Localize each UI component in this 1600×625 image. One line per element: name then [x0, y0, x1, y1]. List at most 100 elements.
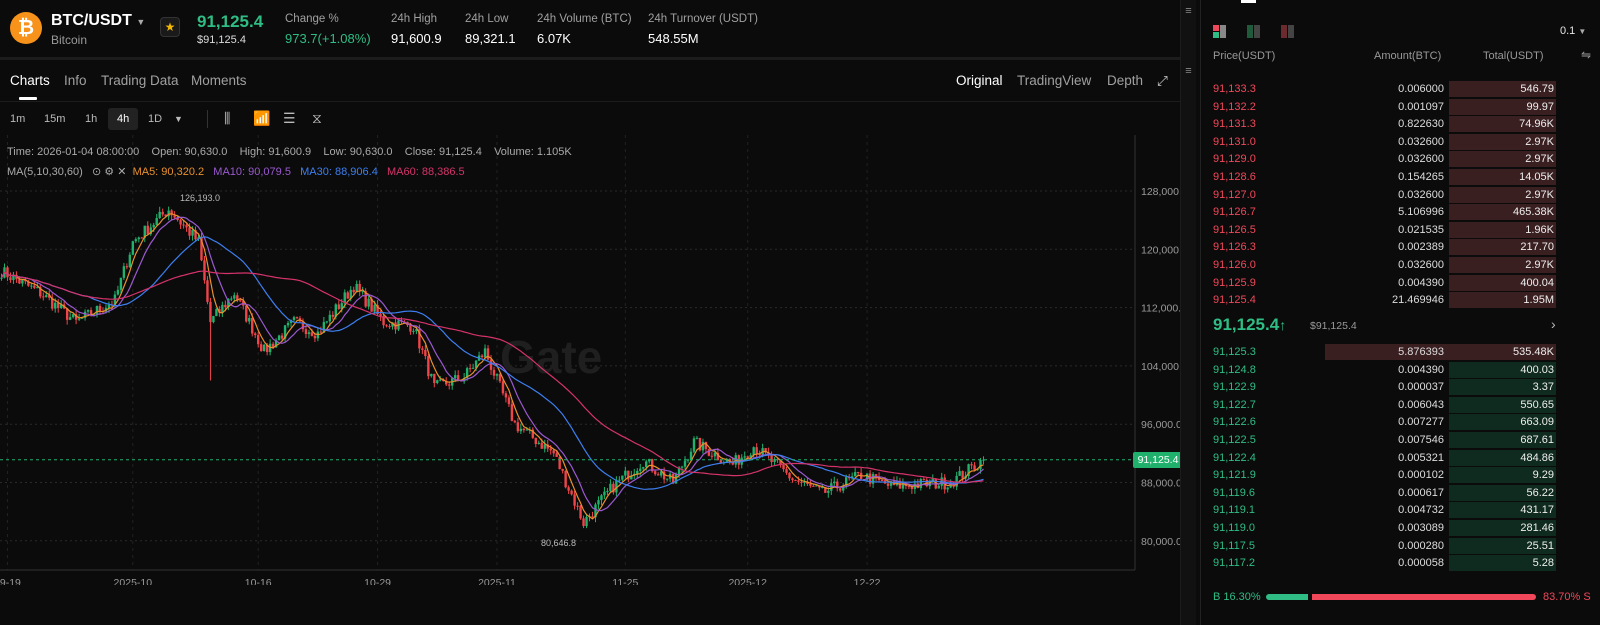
order-total: 550.65: [1520, 398, 1554, 411]
view-tradingview[interactable]: TradingView: [1017, 73, 1091, 88]
candle-body: [919, 479, 923, 489]
order-total: 5.28: [1532, 557, 1554, 570]
settings-icon[interactable]: ⧖: [312, 110, 322, 127]
view-depth[interactable]: Depth: [1107, 73, 1143, 88]
visibility-icon[interactable]: ⊙: [92, 166, 101, 178]
ask-row[interactable]: 91,126.5 0.021535 1.96K: [1211, 221, 1556, 238]
ask-row[interactable]: 91,129.0 0.032600 2.97K: [1211, 151, 1556, 168]
candle-body: [746, 456, 749, 458]
candle-body: [707, 449, 711, 456]
tab-charts[interactable]: Charts: [10, 73, 50, 88]
pair-selector[interactable]: BTC/USDT ▼: [51, 12, 145, 30]
candle-body: [42, 296, 45, 298]
tab-trading-data[interactable]: Trading Data: [101, 73, 179, 88]
candle-body: [280, 335, 284, 339]
bid-row[interactable]: 91,119.6 0.000617 56.22: [1211, 484, 1556, 501]
mid-price: 91,125.4↑: [1213, 315, 1286, 335]
order-book: 0.1 ▼ Price(USDT) Amount(BTC) Total(USDT…: [1200, 0, 1600, 625]
fullscreen-icon[interactable]: ⤢: [1157, 73, 1168, 89]
candle-body: [585, 516, 588, 527]
layout-asks-icon[interactable]: [1281, 25, 1295, 39]
order-total: 25.51: [1526, 539, 1554, 552]
interval-dropdown-icon[interactable]: ▼: [168, 108, 189, 130]
ohlc-low: Low: 90,630.0: [323, 146, 393, 158]
interval-1m[interactable]: 1m: [4, 108, 31, 130]
candle-body: [800, 481, 803, 483]
drawing-tools-icon[interactable]: ☰: [283, 110, 296, 127]
layout-both-icon[interactable]: [1213, 25, 1227, 39]
close-icon[interactable]: ✕: [117, 166, 126, 178]
bid-row[interactable]: 91,122.5 0.007546 687.61: [1211, 432, 1556, 448]
y-tick-label: 88,000.0: [1141, 478, 1180, 490]
view-original[interactable]: Original: [956, 73, 1003, 88]
buy-ratio-fill: [1266, 594, 1308, 600]
candle-body: [645, 461, 648, 468]
ask-row[interactable]: 91,131.3 0.822630 74.96K: [1211, 116, 1556, 133]
bid-row[interactable]: 91,121.9 0.000102 9.29: [1211, 467, 1556, 484]
interval-15m[interactable]: 15m: [38, 108, 71, 130]
candle-body: [495, 374, 499, 376]
candle-body: [54, 302, 57, 309]
bid-row[interactable]: 91,117.5 0.000280 25.51: [1211, 537, 1556, 554]
ask-row[interactable]: 91,126.0 0.032600 2.97K: [1211, 257, 1556, 273]
candle-body: [597, 500, 600, 505]
order-total: 400.04: [1520, 276, 1554, 289]
ma-settings-icon[interactable]: ⚙: [104, 166, 114, 178]
candle-body: [791, 478, 794, 481]
bid-row[interactable]: 91,122.9 0.000037 3.37: [1211, 379, 1556, 396]
bid-row[interactable]: 91,119.1 0.004732 431.17: [1211, 502, 1556, 519]
bid-row[interactable]: 91,124.8 0.004390 400.03: [1211, 361, 1556, 378]
y-tick-label: 128,000.0: [1141, 186, 1180, 198]
ask-row[interactable]: 91,125.9 0.004390 400.04: [1211, 274, 1556, 291]
favorite-star-icon[interactable]: ★: [160, 17, 180, 37]
order-price: 91,124.8: [1213, 363, 1256, 376]
candle-body: [519, 428, 523, 432]
bid-row[interactable]: 91,122.6 0.007277 663.09: [1211, 414, 1556, 431]
ohlc-close: Close: 91,125.4: [404, 146, 482, 158]
order-amount: 0.007546: [1398, 434, 1444, 446]
ask-row[interactable]: 91,133.3 0.006000 546.79: [1211, 81, 1556, 97]
candle-body: [573, 494, 576, 506]
ask-row[interactable]: 91,126.7 5.106996 465.38K: [1211, 204, 1556, 221]
ask-row[interactable]: 91,132.2 0.001097 99.97: [1211, 98, 1556, 115]
candle-body: [809, 483, 812, 486]
tab-info[interactable]: Info: [64, 73, 87, 88]
drag-handle-icon[interactable]: ≡: [1181, 65, 1196, 77]
ask-row[interactable]: 91,128.6 0.154265 14.05K: [1211, 169, 1556, 185]
chevron-right-icon[interactable]: ›: [1551, 316, 1556, 332]
tab-moments[interactable]: Moments: [191, 73, 247, 88]
stat-value: 6.07K: [537, 31, 571, 46]
candle-type-icon[interactable]: ⫼: [224, 110, 230, 127]
ask-row[interactable]: 91,131.0 0.032600 2.97K: [1211, 133, 1556, 150]
bid-row[interactable]: 91,119.0 0.003089 281.46: [1211, 520, 1556, 536]
ma10-value: MA10: 90,079.5: [213, 166, 291, 178]
interval-1d[interactable]: 1D: [142, 108, 168, 130]
order-total: 14.05K: [1519, 171, 1554, 183]
interval-1h[interactable]: 1h: [79, 108, 103, 130]
ask-row[interactable]: 91,125.4 21.469946 1.95M: [1211, 292, 1556, 309]
candlestick-chart[interactable]: 128,000.0 120,000.0 112,000.0 104,000.0 96,0…: [0, 135, 1180, 585]
bid-row[interactable]: 91,122.4 0.005321 484.86: [1211, 449, 1556, 466]
ask-row[interactable]: 91,126.3 0.002389 217.70: [1211, 239, 1556, 256]
toggle-total-icon[interactable]: ⇋: [1581, 48, 1591, 62]
drag-handle-icon[interactable]: ≡: [1181, 5, 1196, 17]
bid-row[interactable]: 91,117.2 0.000058 5.28: [1211, 555, 1556, 572]
bid-row[interactable]: 91,122.7 0.006043 550.65: [1211, 396, 1556, 413]
candle-body: [152, 224, 155, 228]
indicator-icon[interactable]: 📶: [253, 110, 270, 127]
candle-body: [122, 266, 126, 278]
order-amount: 0.001097: [1398, 100, 1444, 113]
low-marker-label: 80,646.8: [541, 538, 576, 548]
panel-resize-handle[interactable]: ≡ ≡: [1180, 0, 1196, 625]
order-price: 91,125.4: [1213, 294, 1256, 307]
layout-bids-icon[interactable]: [1247, 25, 1261, 39]
candle-body: [468, 368, 472, 370]
order-price: 91,119.6: [1213, 486, 1256, 499]
bid-row[interactable]: 91,125.3 5.876393 535.48K: [1211, 344, 1556, 360]
candle-body: [507, 397, 511, 405]
order-amount: 0.032600: [1398, 188, 1444, 201]
precision-select[interactable]: 0.1 ▼: [1560, 25, 1586, 37]
candle-body: [427, 356, 430, 377]
ask-row[interactable]: 91,127.0 0.032600 2.97K: [1211, 186, 1556, 203]
interval-4h[interactable]: 4h: [108, 108, 139, 130]
